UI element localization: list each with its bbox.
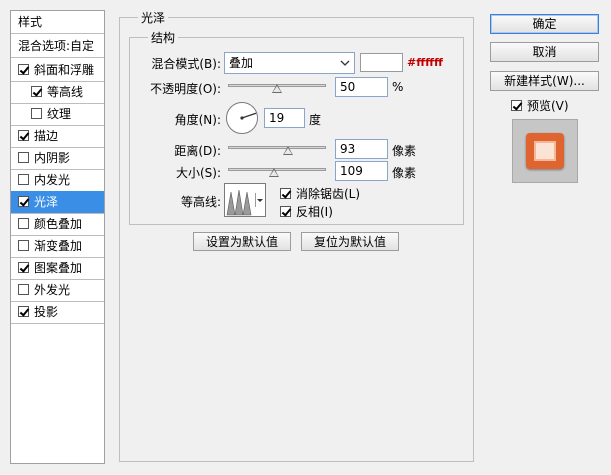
style-item[interactable]: 等高线 xyxy=(11,81,104,103)
style-item[interactable]: 斜面和浮雕 xyxy=(11,59,104,81)
checkbox-icon[interactable] xyxy=(31,108,42,119)
contour-picker[interactable] xyxy=(224,183,266,217)
opacity-input[interactable]: 50 xyxy=(335,77,388,97)
style-item[interactable]: 渐变叠加 xyxy=(11,235,104,257)
cancel-button[interactable]: 取消 xyxy=(490,42,599,62)
invert-check-icon xyxy=(280,206,291,217)
size-label: 大小(S): xyxy=(175,166,221,180)
style-item[interactable]: 投影 xyxy=(11,301,104,323)
style-item-label: 纹理 xyxy=(47,107,72,121)
style-item[interactable]: 外发光 xyxy=(11,279,104,301)
style-item[interactable]: 内阴影 xyxy=(11,147,104,169)
style-item-label: 渐变叠加 xyxy=(34,239,83,253)
structure-title: 结构 xyxy=(148,29,179,46)
distance-label: 距离(D): xyxy=(174,144,221,158)
contour-label: 等高线: xyxy=(180,195,221,209)
distance-unit: 像素 xyxy=(392,144,417,158)
style-item-label: 内发光 xyxy=(34,173,71,187)
style-item-label: 内阴影 xyxy=(34,151,71,165)
checkbox-icon[interactable] xyxy=(18,130,29,141)
checkbox-icon[interactable] xyxy=(18,218,29,229)
invert-label: 反相(I) xyxy=(296,205,333,219)
style-item-label: 描边 xyxy=(34,129,59,143)
style-item-label: 斜面和浮雕 xyxy=(34,63,95,77)
ok-button[interactable]: 确定 xyxy=(490,14,599,34)
preview-check-icon xyxy=(511,100,522,111)
style-item[interactable]: 图案叠加 xyxy=(11,257,104,279)
style-item[interactable]: 描边 xyxy=(11,125,104,147)
preview-swatch xyxy=(526,133,564,169)
checkbox-icon[interactable] xyxy=(31,86,42,97)
preview-checkbox[interactable]: 预览(V) xyxy=(511,97,569,114)
checkbox-icon[interactable] xyxy=(18,64,29,75)
checkbox-icon[interactable] xyxy=(18,306,29,317)
chevron-down-icon xyxy=(340,53,350,79)
angle-dial[interactable] xyxy=(225,101,259,135)
checkbox-icon[interactable] xyxy=(18,196,29,207)
opacity-label: 不透明度(O): xyxy=(150,82,221,96)
distance-input[interactable]: 93 xyxy=(335,139,388,159)
make-default-button[interactable]: 设置为默认值 xyxy=(193,232,291,251)
new-style-button[interactable]: 新建样式(W)... xyxy=(490,71,599,91)
anti-alias-check-icon xyxy=(280,188,291,199)
color-hex-text: #ffffff xyxy=(407,56,443,69)
divider xyxy=(11,323,104,324)
distance-slider[interactable] xyxy=(228,146,326,149)
invert-checkbox[interactable]: 反相(I) xyxy=(280,203,333,220)
size-unit: 像素 xyxy=(392,166,417,180)
style-item-label: 投影 xyxy=(34,305,59,319)
angle-label: 角度(N): xyxy=(174,113,221,127)
style-preview xyxy=(512,119,578,183)
style-item-label: 光泽 xyxy=(34,195,59,209)
size-slider-thumb[interactable] xyxy=(269,168,279,177)
reset-default-button[interactable]: 复位为默认值 xyxy=(301,232,399,251)
checkbox-icon[interactable] xyxy=(18,284,29,295)
chevron-down-icon xyxy=(255,193,264,207)
divider xyxy=(11,33,104,34)
style-item-label: 图案叠加 xyxy=(34,261,83,275)
style-item[interactable]: 颜色叠加 xyxy=(11,213,104,235)
checkbox-icon[interactable] xyxy=(18,240,29,251)
divider xyxy=(11,57,104,58)
opacity-slider-thumb[interactable] xyxy=(272,84,282,93)
style-item-label: 等高线 xyxy=(47,85,84,99)
styles-header: 样式 xyxy=(18,15,43,29)
style-item-label: 外发光 xyxy=(34,283,71,297)
angle-unit: 度 xyxy=(309,113,322,127)
blend-mode-label: 混合模式(B): xyxy=(151,57,221,71)
checkbox-icon[interactable] xyxy=(18,174,29,185)
blending-options-item[interactable]: 混合选项:自定 xyxy=(11,35,104,57)
blend-mode-select[interactable]: 叠加 xyxy=(224,52,355,74)
color-swatch[interactable] xyxy=(360,53,403,72)
style-item[interactable]: 光泽 xyxy=(11,191,104,213)
anti-alias-checkbox[interactable]: 消除锯齿(L) xyxy=(280,185,360,202)
satin-title: 光泽 xyxy=(138,9,169,26)
style-item[interactable]: 纹理 xyxy=(11,103,104,125)
preview-label: 预览(V) xyxy=(527,99,569,113)
contour-curve-icon xyxy=(226,189,252,216)
style-item[interactable]: 内发光 xyxy=(11,169,104,191)
size-input[interactable]: 109 xyxy=(335,161,388,181)
checkbox-icon[interactable] xyxy=(18,152,29,163)
angle-input[interactable]: 19 xyxy=(264,108,305,128)
checkbox-icon[interactable] xyxy=(18,262,29,273)
blend-mode-value: 叠加 xyxy=(229,56,254,70)
distance-slider-thumb[interactable] xyxy=(283,146,293,155)
anti-alias-label: 消除锯齿(L) xyxy=(296,187,361,201)
styles-panel: 样式 混合选项:自定 斜面和浮雕等高线纹理描边内阴影内发光光泽颜色叠加渐变叠加图… xyxy=(10,10,105,464)
style-item-label: 颜色叠加 xyxy=(34,217,83,231)
opacity-unit: % xyxy=(392,80,404,94)
